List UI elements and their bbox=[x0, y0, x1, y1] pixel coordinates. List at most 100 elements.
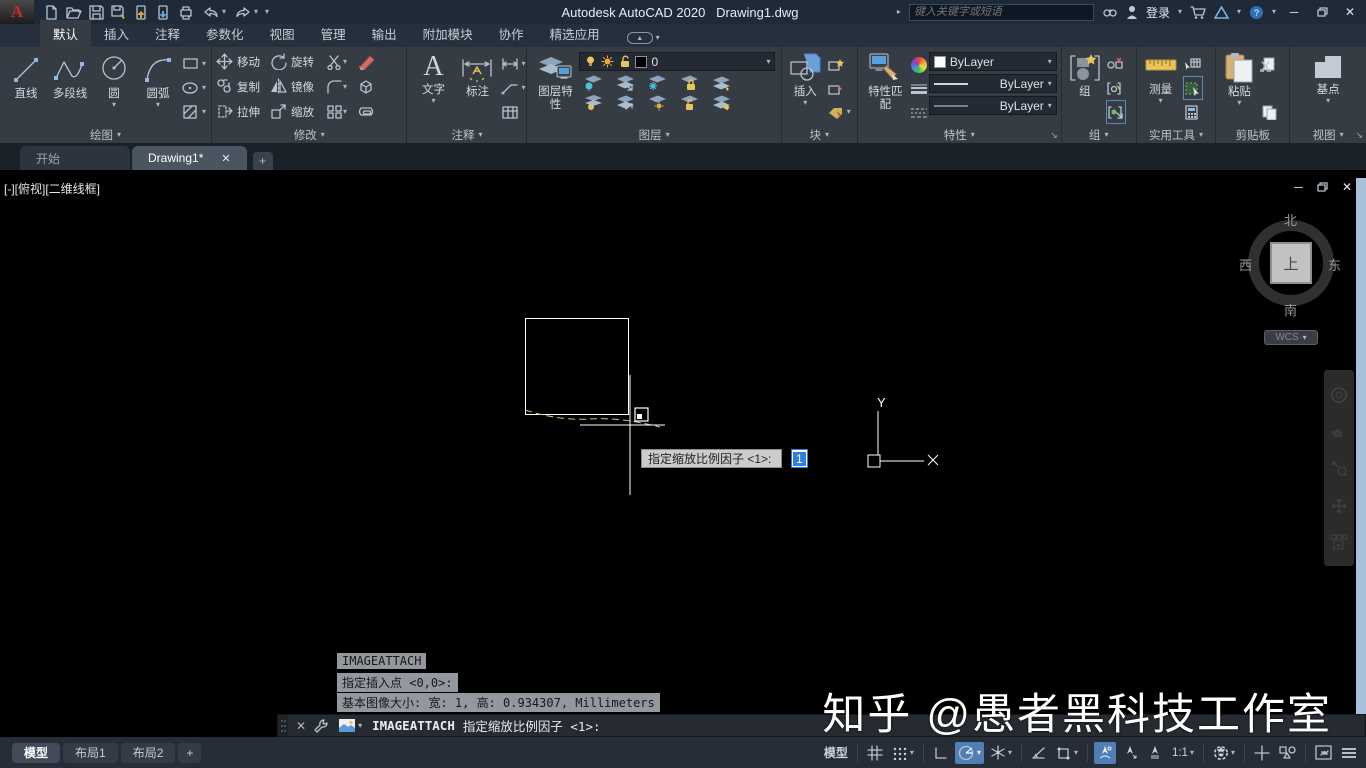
ribbon-tab-view[interactable]: 视图 bbox=[257, 20, 308, 47]
group-button[interactable]: 组 bbox=[1066, 50, 1104, 126]
customization-menu-button[interactable] bbox=[1338, 742, 1360, 764]
command-recent-icon[interactable]: ▾ bbox=[339, 719, 362, 732]
table-button[interactable] bbox=[501, 100, 525, 124]
panel-properties-footer[interactable]: 特性 ▾ bbox=[858, 126, 1061, 143]
panel-block-footer[interactable]: 块 ▾ bbox=[782, 126, 857, 143]
close-button[interactable]: ✕ bbox=[1340, 5, 1360, 19]
ribbon-minimize-button[interactable]: ▲ ▾ bbox=[626, 32, 660, 44]
layer-match-button[interactable] bbox=[711, 74, 731, 91]
object-snap-tracking-toggle[interactable] bbox=[1028, 742, 1050, 764]
open-from-web-button[interactable] bbox=[134, 4, 149, 20]
signin-label[interactable]: 登录 bbox=[1146, 4, 1170, 21]
save-button[interactable] bbox=[89, 4, 104, 20]
restore-button[interactable] bbox=[1312, 7, 1332, 17]
navigation-bar[interactable] bbox=[1324, 370, 1354, 566]
clean-screen-crosshair-button[interactable] bbox=[1251, 742, 1273, 764]
autodesk-account-icon[interactable] bbox=[1213, 5, 1229, 19]
object-snap-toggle[interactable]: ▾ bbox=[1053, 742, 1081, 764]
ribbon-tab-output[interactable]: 输出 bbox=[359, 20, 410, 47]
text-button[interactable]: A 文字 ▾ bbox=[411, 50, 455, 126]
dynamic-input-field[interactable]: 1 bbox=[791, 449, 808, 468]
array-button[interactable]: ▾ bbox=[326, 104, 347, 120]
drawing-minimize-button[interactable]: ─ bbox=[1294, 180, 1303, 194]
paste-button[interactable]: 粘贴 ▾ bbox=[1220, 50, 1258, 126]
ribbon-tab-addins[interactable]: 附加模块 bbox=[410, 20, 486, 47]
linetype-dropdown[interactable]: ByLayer ▾ bbox=[928, 96, 1057, 115]
create-block-button[interactable] bbox=[827, 52, 851, 76]
erase-button[interactable] bbox=[357, 53, 377, 70]
minimize-button[interactable]: ─ bbox=[1284, 5, 1304, 19]
panel-utilities-footer[interactable]: 实用工具 ▾ bbox=[1137, 126, 1216, 143]
viewcube-top-face[interactable]: 上 bbox=[1270, 242, 1312, 284]
fillet-button[interactable]: ▾ bbox=[326, 79, 347, 95]
open-file-button[interactable] bbox=[66, 5, 82, 20]
view-dialog-launcher[interactable]: ↘ bbox=[1355, 130, 1363, 141]
layer-lock-button[interactable] bbox=[679, 74, 699, 91]
ribbon-tab-annotate[interactable]: 注释 bbox=[142, 20, 193, 47]
layer-select-dropdown[interactable]: 0 ▾ bbox=[579, 52, 776, 71]
arc-button[interactable]: 圆弧 ▾ bbox=[136, 50, 180, 126]
layer-thaw-all-button[interactable] bbox=[647, 94, 667, 111]
ungroup-button[interactable] bbox=[1106, 52, 1126, 76]
file-tab-drawing1[interactable]: Drawing1* ✕ bbox=[132, 146, 247, 170]
select-similar-button[interactable] bbox=[1182, 76, 1203, 100]
scale-button[interactable]: 缩放 bbox=[270, 103, 314, 120]
panel-group-footer[interactable]: 组 ▾ bbox=[1062, 126, 1136, 143]
command-line-grip[interactable] bbox=[278, 715, 288, 736]
rectangle-button[interactable]: ▾ bbox=[182, 52, 206, 76]
grid-toggle[interactable] bbox=[864, 742, 886, 764]
layer-unlock-all-button[interactable] bbox=[679, 94, 699, 111]
wcs-dropdown[interactable]: WCS ▾ bbox=[1264, 330, 1318, 345]
viewcube-north-label[interactable]: 北 bbox=[1284, 210, 1297, 229]
drawing-restore-button[interactable] bbox=[1317, 182, 1328, 192]
layout-tab-layout1[interactable]: 布局1 bbox=[63, 742, 118, 763]
panel-annotate-footer[interactable]: 注释 ▾ bbox=[407, 126, 526, 143]
isolate-objects-button[interactable] bbox=[1276, 742, 1299, 764]
layout-tab-layout2[interactable]: 布局2 bbox=[120, 742, 176, 763]
viewcube-east-label[interactable]: 东 bbox=[1328, 255, 1341, 274]
viewcube-west-label[interactable]: 西 bbox=[1239, 255, 1252, 274]
search-input[interactable] bbox=[908, 3, 1094, 21]
mirror-button[interactable]: 镜像 bbox=[270, 78, 314, 95]
ribbon-tab-manage[interactable]: 管理 bbox=[308, 20, 359, 47]
copy-button[interactable]: 复制 bbox=[216, 78, 260, 95]
lineweight-icon[interactable] bbox=[910, 84, 927, 96]
new-file-button[interactable] bbox=[44, 4, 59, 20]
save-to-web-button[interactable] bbox=[156, 4, 171, 20]
linear-dimension-button[interactable]: ▾ bbox=[501, 52, 526, 76]
ribbon-tab-collaborate[interactable]: 协作 bbox=[486, 20, 537, 47]
layer-make-current-button[interactable] bbox=[583, 94, 603, 111]
dimension-button[interactable]: 标注 bbox=[455, 50, 499, 126]
hatch-button[interactable]: ▾ bbox=[182, 100, 206, 124]
ortho-toggle[interactable] bbox=[930, 742, 952, 764]
command-customize-icon[interactable] bbox=[314, 718, 329, 733]
account-dropdown-icon[interactable]: ▾ bbox=[1237, 8, 1241, 16]
search-icon[interactable] bbox=[1102, 5, 1118, 19]
qat-customize-button[interactable]: ▾ bbox=[265, 8, 269, 16]
leader-button[interactable]: ▾ bbox=[501, 76, 526, 100]
application-menu-button[interactable]: A bbox=[0, 0, 34, 24]
edit-attributes-button[interactable]: ▾ bbox=[827, 100, 851, 124]
panel-clipboard-footer[interactable]: 剪贴板 bbox=[1216, 126, 1289, 143]
stretch-button[interactable]: 拉伸 bbox=[216, 103, 260, 120]
group-selection-toggle[interactable] bbox=[1105, 100, 1126, 124]
drawing-canvas[interactable]: [-][俯视][二维线框] ─ ✕ 北 南 西 东 上 WCS ▾ 指定缩放比例… bbox=[0, 170, 1366, 739]
signin-dropdown-icon[interactable]: ▾ bbox=[1178, 8, 1182, 16]
file-tab-close-icon[interactable]: ✕ bbox=[221, 152, 230, 165]
search-collapse-icon[interactable]: ▸ bbox=[897, 8, 901, 16]
trim-button[interactable]: ▾ bbox=[326, 54, 347, 70]
save-as-button[interactable] bbox=[111, 4, 127, 20]
layer-paint-button[interactable] bbox=[711, 94, 731, 111]
showmotion-icon[interactable] bbox=[1330, 534, 1348, 550]
panel-modify-footer[interactable]: 修改 ▾ bbox=[212, 126, 406, 143]
quick-calculator-button[interactable] bbox=[1183, 100, 1203, 124]
properties-dialog-launcher[interactable]: ↘ bbox=[1050, 130, 1058, 141]
help-icon[interactable]: ? bbox=[1249, 5, 1264, 20]
layout-tab-model[interactable]: 模型 bbox=[12, 742, 61, 763]
isodraft-toggle[interactable]: ▾ bbox=[987, 742, 1015, 764]
plot-button[interactable] bbox=[178, 5, 194, 20]
insert-block-button[interactable]: 插入 ▾ bbox=[786, 50, 825, 126]
object-color-dropdown[interactable]: ByLayer ▾ bbox=[928, 52, 1057, 71]
ribbon-tab-home[interactable]: 默认 bbox=[40, 20, 92, 47]
edit-block-button[interactable] bbox=[827, 76, 851, 100]
